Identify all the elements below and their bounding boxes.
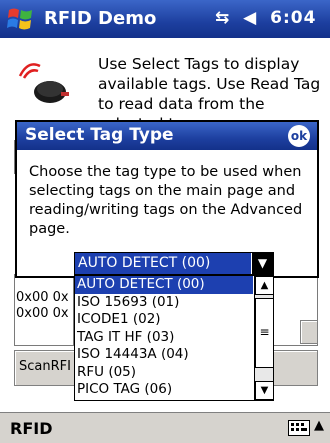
list-option[interactable]: ISO 15693 (01) <box>75 294 253 312</box>
list-item: 0x00 0x <box>16 290 69 305</box>
dropdown-scrollbar[interactable]: ▲ ≡ ▼ <box>254 276 273 400</box>
dialog-title: Select Tag Type <box>25 125 174 145</box>
rfid-reader-icon <box>18 63 69 103</box>
clock[interactable]: 6:04 <box>270 8 316 28</box>
scan-button-label: ScanRFI <box>19 359 71 374</box>
list-option[interactable]: AUTO DETECT (00) <box>75 276 253 294</box>
status-area[interactable]: ⇆ ◀ 6:04 <box>215 8 316 28</box>
list-item: 0x00 0x <box>16 306 69 321</box>
sip-up-arrow-icon[interactable]: ▲ <box>314 418 324 433</box>
scroll-down-icon[interactable]: ▼ <box>255 381 273 400</box>
scroll-thumb[interactable]: ≡ <box>255 298 273 368</box>
connectivity-icon[interactable]: ⇆ <box>215 8 230 28</box>
rfid-menu[interactable]: RFID <box>10 419 52 438</box>
tag-type-dropdown-list[interactable]: AUTO DETECT (00) ISO 15693 (01) ICODE1 (… <box>74 275 274 401</box>
combo-value[interactable]: AUTO DETECT (00) <box>75 253 251 274</box>
list-option[interactable]: ISO 14443A (04) <box>75 346 253 364</box>
scrollbar-down-button[interactable] <box>300 320 318 344</box>
tag-list-rows: 0x00 0x 0x00 0x <box>16 290 74 322</box>
menu-bar: RFID ▲ <box>0 412 330 443</box>
dialog-title-bar: Select Tag Type ok <box>17 122 317 150</box>
app-title: RFID Demo <box>44 8 157 29</box>
tag-type-combo[interactable]: AUTO DETECT (00) ▼ <box>74 252 274 275</box>
scroll-up-icon[interactable]: ▲ <box>255 276 273 295</box>
list-option[interactable]: RFU (05) <box>75 364 253 382</box>
scan-rfid-button[interactable]: ScanRFI <box>14 350 76 386</box>
windows-start-icon[interactable] <box>6 4 36 34</box>
chevron-down-icon[interactable]: ▼ <box>252 253 273 274</box>
title-bar: RFID Demo ⇆ ◀ 6:04 <box>0 0 330 38</box>
list-option[interactable]: ICODE1 (02) <box>75 311 253 329</box>
ok-button[interactable]: ok <box>288 125 310 147</box>
advanced-button[interactable] <box>272 350 318 386</box>
dialog-message: Choose the tag type to be used when sele… <box>29 164 303 237</box>
keyboard-icon[interactable] <box>288 420 310 436</box>
list-option[interactable]: TAG IT HF (03) <box>75 329 253 347</box>
volume-icon[interactable]: ◀ <box>243 8 257 28</box>
list-option[interactable]: PICO TAG (06) <box>75 381 253 399</box>
